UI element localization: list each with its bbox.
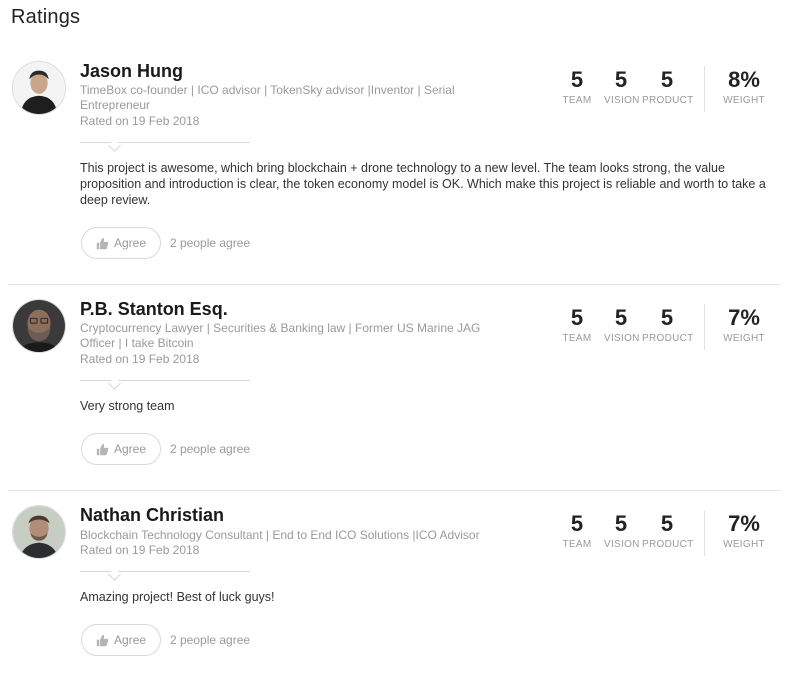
- avatar-photo-icon: [13, 506, 65, 558]
- team-score-value: 5: [570, 511, 584, 536]
- team-score-value: 5: [570, 67, 584, 92]
- team-score-label: TEAM: [562, 95, 592, 106]
- rater-name[interactable]: Jason Hung: [80, 61, 183, 82]
- vision-score-value: 5: [614, 511, 628, 536]
- product-score-value: 5: [660, 305, 674, 330]
- weight-score: 7% WEIGHT: [722, 305, 766, 345]
- agree-button[interactable]: Agree: [81, 227, 161, 259]
- product-score-label: PRODUCT: [642, 333, 694, 344]
- score-panel: 5 TEAM 5 VISION 5 PRODUCT 8% WEIGHT: [560, 66, 780, 114]
- team-score-label: TEAM: [562, 539, 592, 550]
- weight-score: 8% WEIGHT: [722, 67, 766, 107]
- review-divider: [80, 380, 250, 381]
- review-divider: [80, 571, 250, 572]
- page-title: Ratings: [11, 6, 81, 28]
- score-panel: 5 TEAM 5 VISION 5 PRODUCT 7% WEIGHT: [560, 510, 780, 558]
- avatar-photo-icon: [13, 62, 65, 114]
- score-divider: [704, 304, 705, 350]
- score-divider: [704, 510, 705, 556]
- team-score-value: 5: [570, 305, 584, 330]
- vision-score-value: 5: [614, 67, 628, 92]
- rater-headline: Blockchain Technology Consultant | End t…: [80, 528, 480, 542]
- product-score: 5 PRODUCT: [642, 67, 694, 107]
- rated-date: Rated on 19 Feb 2018: [80, 114, 200, 128]
- avatar[interactable]: [12, 299, 66, 353]
- agree-label: Agree: [113, 442, 147, 456]
- weight-score: 7% WEIGHT: [722, 511, 766, 551]
- avatar[interactable]: [12, 505, 66, 559]
- team-score-label: TEAM: [562, 333, 592, 344]
- agree-count: 2 people agree: [170, 633, 251, 647]
- weight-score-value: 7%: [728, 511, 760, 536]
- rated-date: Rated on 19 Feb 2018: [80, 543, 200, 557]
- score-divider: [704, 66, 705, 112]
- rated-date: Rated on 19 Feb 2018: [80, 352, 200, 366]
- avatar-photo-icon: [13, 300, 65, 352]
- agree-button[interactable]: Agree: [81, 624, 161, 656]
- vision-score-label: VISION: [604, 95, 640, 106]
- rating-separator: [8, 284, 781, 285]
- rater-headline: TimeBox co-founder | ICO advisor | Token…: [80, 83, 455, 112]
- review-divider: [80, 142, 250, 143]
- rater-name[interactable]: Nathan Christian: [80, 505, 224, 526]
- rater-headline: Cryptocurrency Lawyer | Securities & Ban…: [80, 321, 481, 350]
- agree-count: 2 people agree: [170, 236, 251, 250]
- weight-score-label: WEIGHT: [723, 539, 765, 550]
- vision-score: 5 VISION: [604, 511, 640, 551]
- score-panel: 5 TEAM 5 VISION 5 PRODUCT 7% WEIGHT: [560, 304, 780, 352]
- agree-button[interactable]: Agree: [81, 433, 161, 465]
- review-text: This project is awesome, which bring blo…: [80, 161, 766, 207]
- product-score: 5 PRODUCT: [642, 511, 694, 551]
- avatar[interactable]: [12, 61, 66, 115]
- agree-count: 2 people agree: [170, 442, 251, 456]
- vision-score: 5 VISION: [604, 305, 640, 345]
- team-score: 5 TEAM: [560, 67, 594, 107]
- team-score: 5 TEAM: [560, 305, 594, 345]
- review-text: Amazing project! Best of luck guys!: [80, 590, 275, 604]
- product-score-label: PRODUCT: [642, 539, 694, 550]
- thumbs-up-icon: [96, 634, 109, 646]
- team-score: 5 TEAM: [560, 511, 594, 551]
- thumbs-up-icon: [96, 237, 109, 249]
- review-text: Very strong team: [80, 399, 175, 413]
- vision-score-label: VISION: [604, 333, 640, 344]
- weight-score-label: WEIGHT: [723, 95, 765, 106]
- product-score-value: 5: [660, 67, 674, 92]
- thumbs-up-icon: [96, 443, 109, 455]
- weight-score-label: WEIGHT: [723, 333, 765, 344]
- rater-name[interactable]: P.B. Stanton Esq.: [80, 299, 228, 320]
- vision-score-label: VISION: [604, 539, 640, 550]
- product-score-value: 5: [660, 511, 674, 536]
- weight-score-value: 7%: [728, 305, 760, 330]
- agree-label: Agree: [113, 236, 147, 250]
- vision-score: 5 VISION: [604, 67, 640, 107]
- product-score: 5 PRODUCT: [642, 305, 694, 345]
- vision-score-value: 5: [614, 305, 628, 330]
- weight-score-value: 8%: [728, 67, 760, 92]
- product-score-label: PRODUCT: [642, 95, 694, 106]
- rating-separator: [8, 490, 781, 491]
- agree-label: Agree: [113, 633, 147, 647]
